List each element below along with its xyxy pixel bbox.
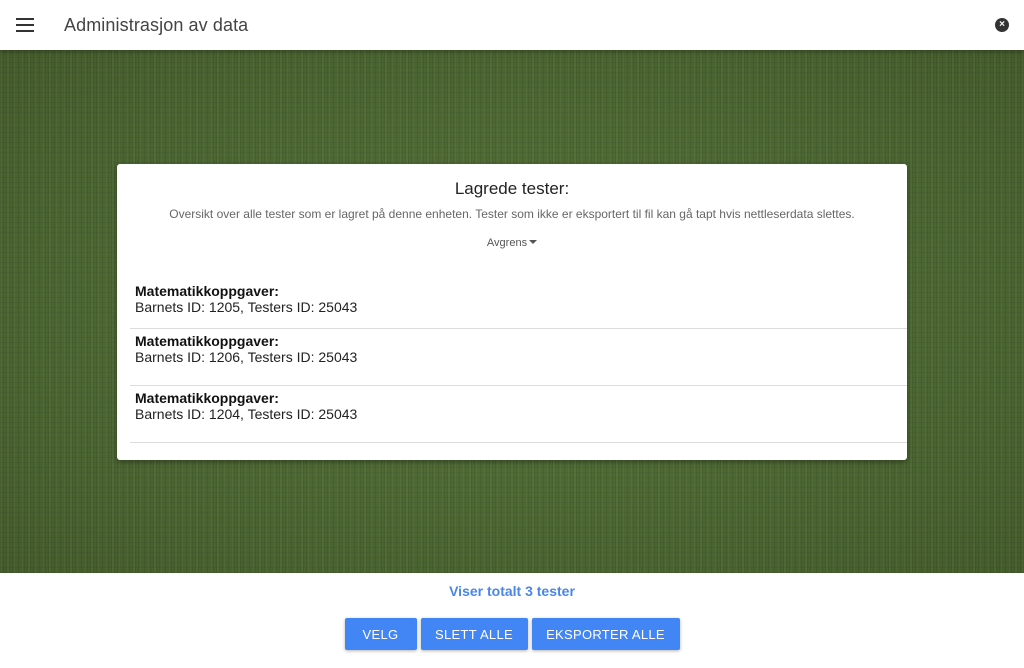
saved-tests-list: Matematikkoppgaver: Barnets ID: 1205, Te…	[130, 279, 907, 443]
test-meta: Barnets ID: 1205, Testers ID: 25043	[135, 299, 358, 315]
action-buttons: VELG SLETT ALLE EKSPORTER ALLE	[0, 618, 1024, 650]
filter-dropdown[interactable]: Avgrens	[117, 237, 907, 249]
list-item[interactable]: Matematikkoppgaver: Barnets ID: 1204, Te…	[130, 386, 907, 443]
test-meta: Barnets ID: 1204, Testers ID: 25043	[135, 406, 358, 422]
close-icon[interactable]: ×	[995, 18, 1009, 32]
export-all-button[interactable]: EKSPORTER ALLE	[531, 618, 680, 650]
menu-button[interactable]	[0, 0, 50, 50]
caret-down-icon	[529, 240, 538, 244]
list-item[interactable]: Matematikkoppgaver: Barnets ID: 1205, Te…	[130, 283, 907, 329]
card-subtitle: Oversikt over alle tester som er lagret …	[169, 207, 855, 221]
filter-label: Avgrens	[486, 237, 528, 249]
delete-all-button[interactable]: SLETT ALLE	[420, 618, 528, 650]
saved-tests-card: Lagrede tester: Oversikt over alle teste…	[117, 164, 907, 460]
test-meta: Barnets ID: 1206, Testers ID: 25043	[135, 349, 358, 365]
total-count-text: Viser totalt 3 tester	[449, 583, 575, 599]
card-title: Lagrede tester:	[454, 179, 570, 198]
test-name: Matematikkoppgaver:	[135, 333, 279, 349]
app-root: Administrasjon av data × Lagrede tester:…	[0, 0, 1024, 668]
page-title: Administrasjon av data	[64, 14, 249, 35]
top-app-bar: Administrasjon av data ×	[0, 0, 1024, 50]
test-name: Matematikkoppgaver:	[135, 390, 279, 406]
select-button[interactable]: VELG	[344, 618, 417, 650]
list-item[interactable]: Matematikkoppgaver: Barnets ID: 1206, Te…	[130, 329, 907, 386]
test-name: Matematikkoppgaver:	[135, 283, 279, 299]
menu-icon	[16, 18, 34, 32]
